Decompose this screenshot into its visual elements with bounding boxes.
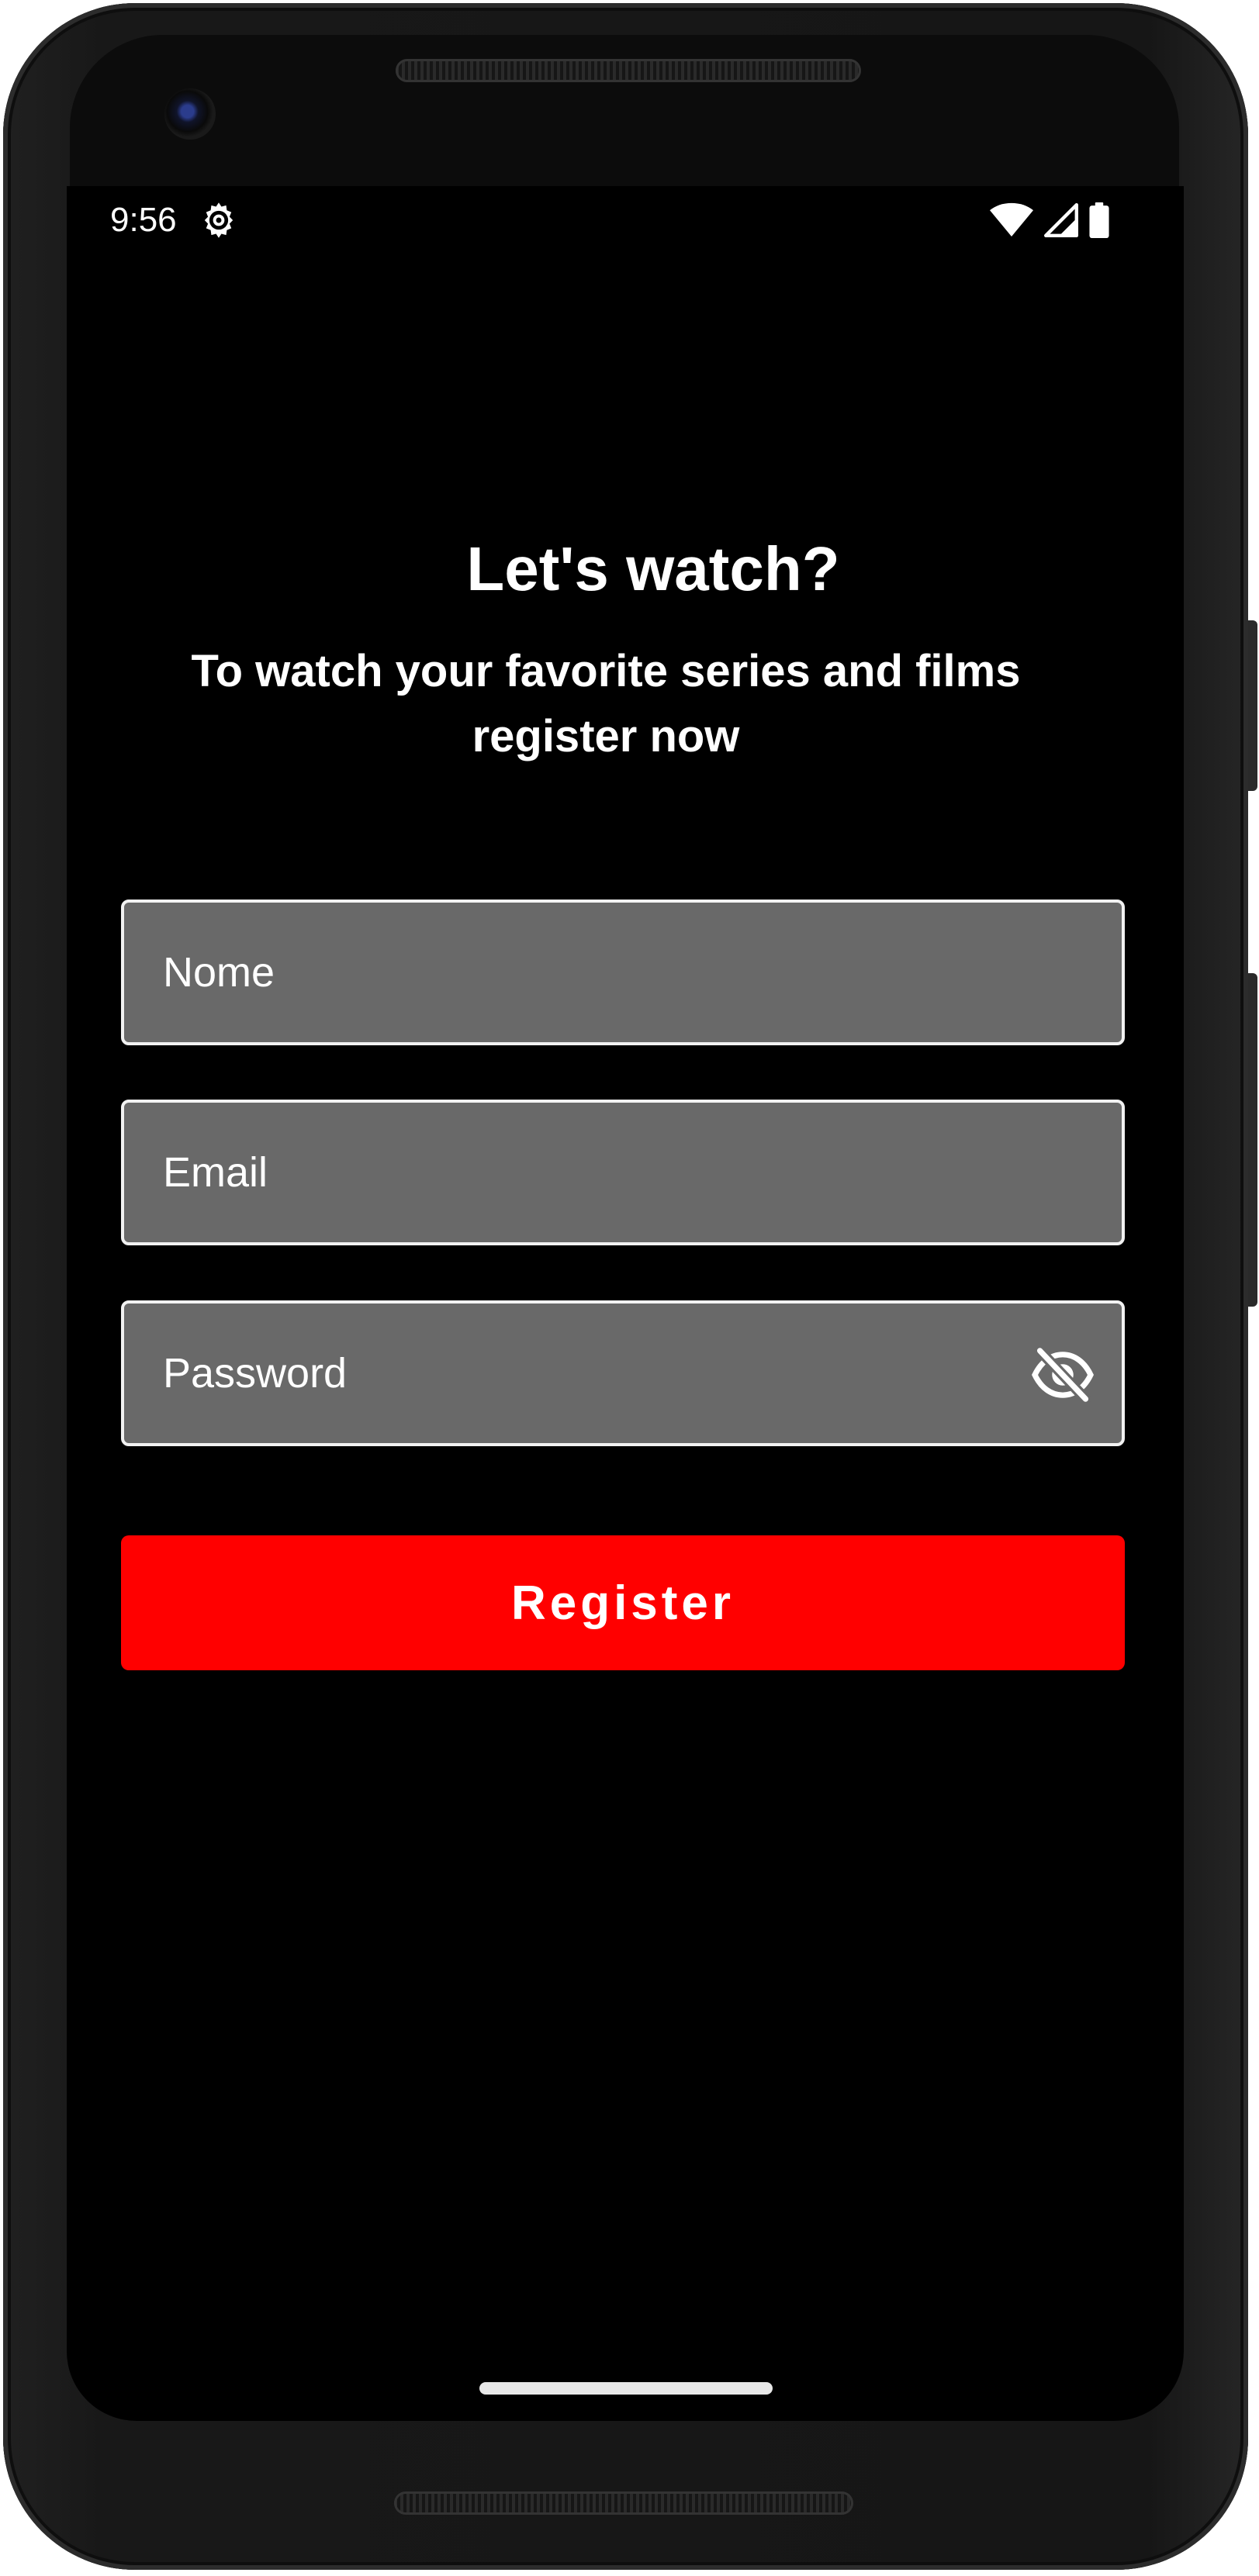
status-icons (990, 200, 1109, 240)
page-title: Let's watch? (466, 534, 840, 603)
top-bezel (70, 35, 1179, 190)
status-bar: 9:56 (67, 186, 1184, 256)
eye-off-icon[interactable] (1032, 1347, 1094, 1403)
volume-button (1248, 973, 1257, 1307)
gear-icon (204, 202, 233, 238)
password-input[interactable] (163, 1304, 1001, 1443)
app-screen: 9:56 Let's watch? To watch your favorite (67, 186, 1184, 2421)
cellular-signal-icon (1044, 203, 1078, 237)
battery-icon (1089, 202, 1109, 238)
email-field[interactable] (121, 1100, 1125, 1245)
page-subtitle: To watch your favorite series and films … (191, 646, 1021, 761)
name-field[interactable] (121, 900, 1125, 1045)
password-field[interactable] (121, 1300, 1125, 1446)
earpiece-speaker (396, 59, 861, 82)
bottom-speaker (394, 2491, 853, 2515)
email-input[interactable] (163, 1103, 1001, 1242)
front-camera-icon (164, 88, 216, 140)
wifi-icon (990, 202, 1033, 237)
status-time: 9:56 (110, 201, 177, 239)
name-input[interactable] (163, 903, 1001, 1042)
register-button[interactable]: Register (121, 1535, 1125, 1670)
power-button (1248, 620, 1257, 791)
home-indicator[interactable] (479, 2382, 773, 2395)
